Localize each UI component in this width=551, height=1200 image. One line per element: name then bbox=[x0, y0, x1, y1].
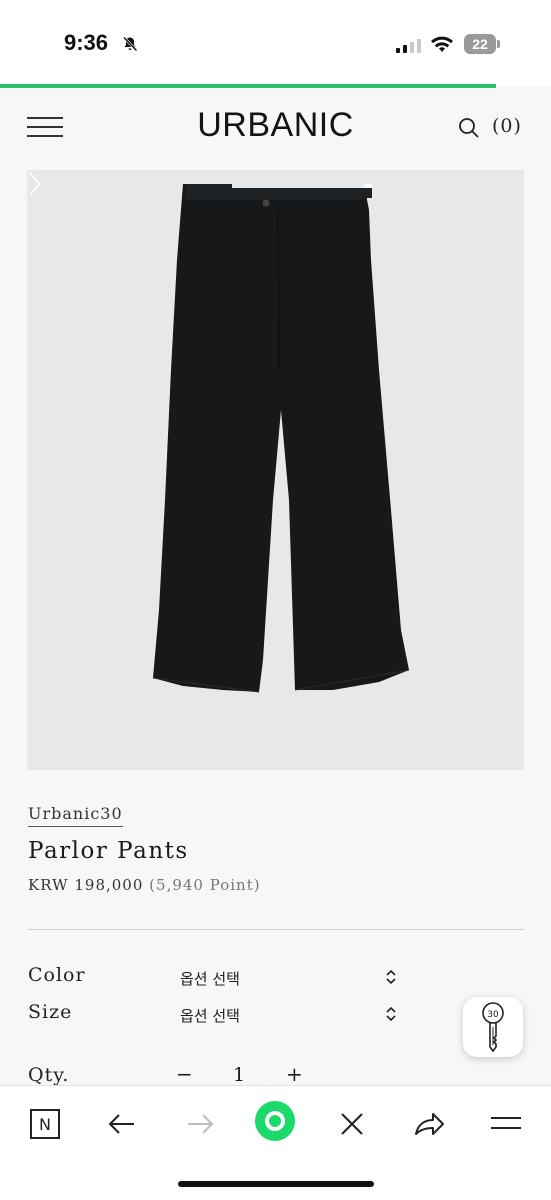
status-time: 9:36 bbox=[64, 30, 109, 55]
naver-home-button[interactable]: N bbox=[27, 1106, 63, 1142]
bell-muted-icon bbox=[123, 36, 138, 52]
select-chevron-icon bbox=[386, 969, 396, 985]
color-select-value: 옵션 선택 bbox=[180, 970, 240, 988]
next-image-arrow-icon[interactable] bbox=[27, 170, 43, 198]
qty-decrease-button[interactable]: − bbox=[176, 1062, 193, 1086]
green-dot-button[interactable] bbox=[254, 1100, 296, 1142]
qty-label: Qty. bbox=[28, 1064, 70, 1086]
key-badge-label: 30 bbox=[487, 1010, 499, 1020]
menu-lines-icon bbox=[491, 1117, 521, 1129]
arrow-right-icon bbox=[188, 1114, 214, 1134]
size-select-value: 옵션 선택 bbox=[180, 1007, 240, 1025]
size-label: Size bbox=[28, 1001, 73, 1023]
key-icon: 30 bbox=[482, 1002, 504, 1053]
battery-icon: 22 bbox=[464, 34, 500, 54]
wifi-icon bbox=[431, 36, 453, 52]
naver-home-label: N bbox=[39, 1115, 51, 1134]
home-indicator bbox=[178, 1181, 374, 1187]
color-label: Color bbox=[28, 964, 86, 986]
qty-value: 1 bbox=[233, 1064, 246, 1086]
share-button[interactable] bbox=[411, 1106, 447, 1142]
close-tab-button[interactable] bbox=[334, 1106, 370, 1142]
cart-count[interactable]: (0) bbox=[492, 115, 522, 137]
product-title: Parlor Pants bbox=[28, 838, 189, 864]
share-arrow-icon bbox=[415, 1113, 444, 1135]
naver-logo-icon: N bbox=[30, 1109, 60, 1139]
arrow-left-icon bbox=[108, 1114, 134, 1134]
floating-key-badge[interactable]: 30 bbox=[463, 997, 523, 1057]
menu-button[interactable] bbox=[488, 1106, 524, 1142]
battery-level: 22 bbox=[464, 34, 496, 54]
divider bbox=[28, 929, 524, 930]
size-select[interactable]: 옵션 선택 bbox=[178, 1002, 398, 1028]
forward-button[interactable] bbox=[182, 1106, 218, 1142]
pants-illustration bbox=[152, 184, 410, 693]
price-points: (5,940 Point) bbox=[149, 876, 261, 894]
select-chevron-icon bbox=[386, 1006, 396, 1022]
color-select[interactable]: 옵션 선택 bbox=[178, 965, 398, 991]
status-bar: 9:36 22 bbox=[0, 0, 551, 86]
qty-increase-button[interactable]: + bbox=[286, 1062, 303, 1086]
product-price: KRW 198,000 (5,940 Point) bbox=[28, 876, 261, 894]
green-dot-icon bbox=[255, 1101, 295, 1141]
back-button[interactable] bbox=[104, 1106, 140, 1142]
cellular-signal-icon bbox=[396, 37, 421, 53]
price-value: KRW 198,000 bbox=[28, 876, 144, 894]
close-icon bbox=[341, 1113, 363, 1135]
search-icon[interactable] bbox=[458, 117, 480, 139]
brand-link[interactable]: Urbanic30 bbox=[28, 804, 123, 827]
site-header: URBANIC (0) bbox=[0, 88, 551, 170]
product-image[interactable] bbox=[27, 170, 524, 770]
